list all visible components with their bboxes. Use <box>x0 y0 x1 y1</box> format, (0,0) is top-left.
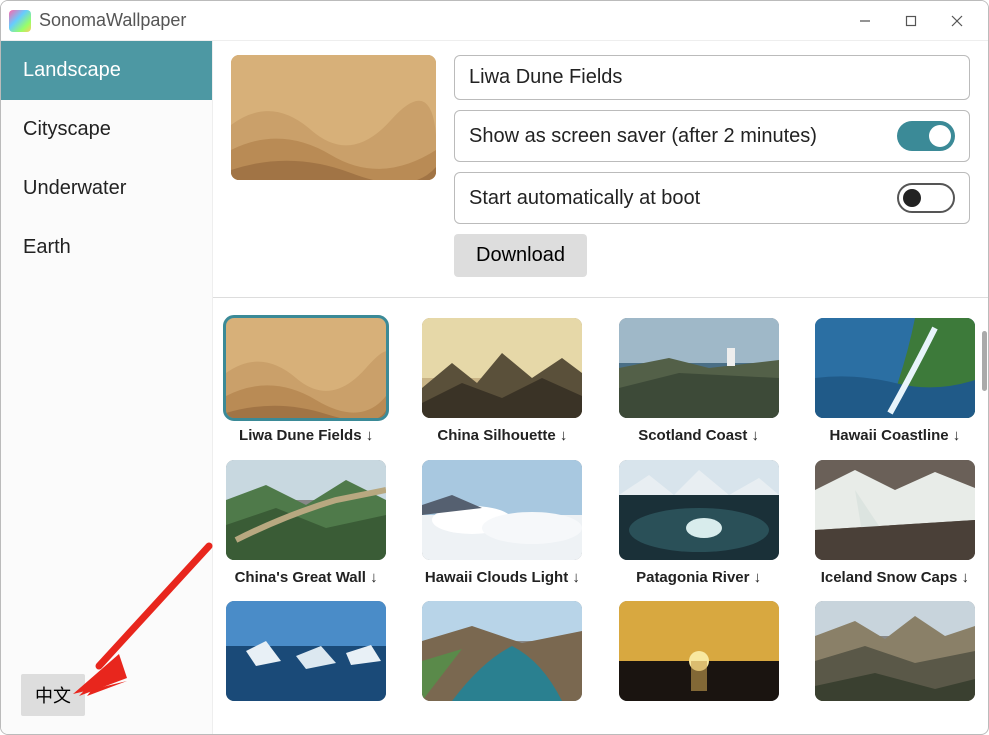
preview-image <box>231 55 436 180</box>
settings-column: Liwa Dune Fields Show as screen saver (a… <box>454 55 970 277</box>
wallpaper-label: Hawaii Coastline ↓ <box>812 426 978 446</box>
content-area: Liwa Dune Fields Show as screen saver (a… <box>213 41 988 734</box>
close-icon <box>951 15 963 27</box>
wallpaper-card[interactable]: Patagonia River ↓ <box>616 460 782 588</box>
wallpaper-card[interactable]: China Silhouette ↓ <box>419 318 585 446</box>
app-window: SonomaWallpaper Landscape Cityscape Unde… <box>0 0 989 735</box>
wallpaper-grid-scroll[interactable]: Liwa Dune Fields ↓ China Silhouette ↓ Scot… <box>213 298 988 734</box>
sidebar-item-landscape[interactable]: Landscape <box>1 41 212 100</box>
language-button-label: 中文 <box>35 686 71 706</box>
wallpaper-label: Hawaii Clouds Light ↓ <box>419 568 585 588</box>
wallpaper-thumb <box>815 460 975 560</box>
wallpaper-card[interactable] <box>419 601 585 709</box>
wallpaper-card[interactable]: Hawaii Coastline ↓ <box>812 318 978 446</box>
minimize-button[interactable] <box>842 1 888 41</box>
sidebar-item-label: Cityscape <box>23 118 111 140</box>
wallpaper-card[interactable] <box>616 601 782 709</box>
wallpaper-label: Liwa Dune Fields ↓ <box>223 426 389 446</box>
wallpaper-thumb <box>619 601 779 701</box>
wallpaper-label: Patagonia River ↓ <box>616 568 782 588</box>
scrollbar-thumb[interactable] <box>982 331 987 391</box>
wallpaper-card[interactable]: Liwa Dune Fields ↓ <box>223 318 389 446</box>
wallpaper-card[interactable] <box>223 601 389 709</box>
wallpaper-card[interactable] <box>812 601 978 709</box>
details-panel: Liwa Dune Fields Show as screen saver (a… <box>213 41 988 298</box>
wallpaper-thumb <box>619 460 779 560</box>
screensaver-toggle[interactable] <box>897 121 955 151</box>
screensaver-label: Show as screen saver (after 2 minutes) <box>469 125 817 148</box>
wallpaper-label: Scotland Coast ↓ <box>616 426 782 446</box>
sidebar-item-underwater[interactable]: Underwater <box>1 159 212 218</box>
boot-row: Start automatically at boot <box>454 172 970 224</box>
wallpaper-label: Iceland Snow Caps ↓ <box>812 568 978 588</box>
wallpaper-card[interactable]: China's Great Wall ↓ <box>223 460 389 588</box>
wallpaper-thumb <box>815 318 975 418</box>
screensaver-row: Show as screen saver (after 2 minutes) <box>454 110 970 162</box>
wallpaper-card[interactable]: Hawaii Clouds Light ↓ <box>419 460 585 588</box>
wallpaper-name-value: Liwa Dune Fields <box>469 66 622 89</box>
download-button-label: Download <box>476 244 565 266</box>
titlebar: SonomaWallpaper <box>1 1 988 41</box>
sidebar: Landscape Cityscape Underwater Earth 中文 <box>1 41 213 734</box>
wallpaper-thumb <box>815 601 975 701</box>
annotation-arrow-icon <box>69 536 219 706</box>
wallpaper-thumb <box>226 601 386 701</box>
sidebar-item-label: Underwater <box>23 177 126 199</box>
minimize-icon <box>859 15 871 27</box>
wallpaper-thumb <box>422 460 582 560</box>
wallpaper-card[interactable]: Scotland Coast ↓ <box>616 318 782 446</box>
wallpaper-card[interactable]: Iceland Snow Caps ↓ <box>812 460 978 588</box>
wallpaper-thumb <box>619 318 779 418</box>
boot-label: Start automatically at boot <box>469 187 700 210</box>
sidebar-item-cityscape[interactable]: Cityscape <box>1 100 212 159</box>
language-button[interactable]: 中文 <box>21 674 85 716</box>
wallpaper-label: China Silhouette ↓ <box>419 426 585 446</box>
sidebar-item-label: Landscape <box>23 59 121 81</box>
wallpaper-thumb <box>226 460 386 560</box>
wallpaper-name-field[interactable]: Liwa Dune Fields <box>454 55 970 100</box>
wallpaper-thumb <box>226 318 386 418</box>
sidebar-item-label: Earth <box>23 236 71 258</box>
close-button[interactable] <box>934 1 980 41</box>
maximize-icon <box>905 15 917 27</box>
wallpaper-label: China's Great Wall ↓ <box>223 568 389 588</box>
wallpaper-thumb <box>422 318 582 418</box>
wallpaper-grid: Liwa Dune Fields ↓ China Silhouette ↓ Scot… <box>223 318 978 709</box>
boot-toggle[interactable] <box>897 183 955 213</box>
download-button[interactable]: Download <box>454 234 587 277</box>
wallpaper-thumb <box>422 601 582 701</box>
app-logo-icon <box>9 10 31 32</box>
window-controls <box>842 1 980 41</box>
maximize-button[interactable] <box>888 1 934 41</box>
sidebar-item-earth[interactable]: Earth <box>1 218 212 277</box>
window-title: SonomaWallpaper <box>39 10 186 31</box>
